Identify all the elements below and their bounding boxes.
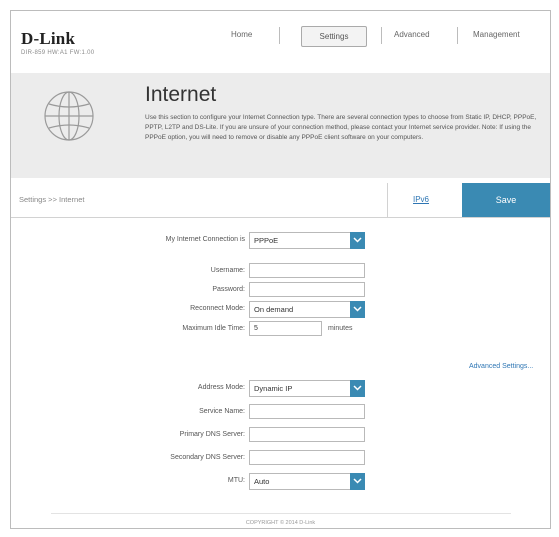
connection-type-select[interactable]: PPPoE — [249, 232, 365, 249]
nav-settings[interactable]: Settings — [301, 26, 367, 47]
address-mode-select[interactable]: Dynamic IP — [249, 380, 365, 397]
idle-time-label: Maximum Idle Time: — [182, 325, 245, 332]
chevron-down-icon — [350, 380, 365, 397]
chevron-down-icon — [350, 301, 365, 318]
breadcrumb: Settings >> Internet — [19, 195, 85, 204]
chevron-down-icon — [350, 232, 365, 249]
idle-time-input[interactable]: 5 — [249, 321, 322, 336]
nav-management[interactable]: Management — [473, 30, 520, 39]
copyright: COPYRIGHT © 2014 D-Link — [245, 520, 316, 526]
ipv6-tab: IPv6 — [387, 183, 463, 217]
page-description: Use this section to configure your Inter… — [145, 114, 537, 141]
main-nav: Home Settings Advanced Management — [11, 11, 550, 63]
nav-divider — [279, 27, 280, 44]
breadcrumb-bar: Settings >> Internet IPv6 Save — [11, 183, 550, 218]
reconnect-mode-select[interactable]: On demand — [249, 301, 365, 318]
router-settings-window: D-Link DIR-859 HW:A1 FW:1.00 Home Settin… — [10, 10, 551, 529]
username-input[interactable] — [249, 263, 365, 278]
mtu-value: Auto — [254, 477, 270, 486]
connection-type-value: PPPoE — [254, 236, 279, 245]
page-header-panel: Internet Use this section to configure y… — [11, 73, 550, 178]
nav-divider — [457, 27, 458, 44]
page-title: Internet — [145, 83, 217, 106]
advanced-settings-link[interactable]: Advanced Settings... — [469, 363, 533, 370]
connection-type-label: My Internet Connection is — [165, 236, 245, 243]
primary-dns-label: Primary DNS Server: — [179, 431, 245, 438]
chevron-down-icon — [350, 473, 365, 490]
secondary-dns-input[interactable] — [249, 450, 365, 465]
save-button[interactable]: Save — [462, 183, 550, 217]
secondary-dns-label: Secondary DNS Server: — [170, 454, 245, 461]
password-input[interactable] — [249, 282, 365, 297]
footer-divider — [51, 513, 511, 514]
password-label: Password: — [212, 286, 245, 293]
primary-dns-input[interactable] — [249, 427, 365, 442]
service-name-input[interactable] — [249, 404, 365, 419]
nav-home[interactable]: Home — [231, 30, 252, 39]
idle-time-unit: minutes — [328, 325, 353, 332]
ipv6-link[interactable]: IPv6 — [413, 195, 429, 204]
nav-divider — [381, 27, 382, 44]
reconnect-mode-label: Reconnect Mode: — [190, 305, 245, 312]
globe-icon — [40, 87, 98, 150]
address-mode-label: Address Mode: — [197, 384, 245, 391]
nav-advanced[interactable]: Advanced — [394, 30, 430, 39]
mtu-select[interactable]: Auto — [249, 473, 365, 490]
mtu-label: MTU: — [227, 477, 245, 484]
service-name-label: Service Name: — [199, 408, 245, 415]
address-mode-value: Dynamic IP — [254, 384, 293, 393]
reconnect-mode-value: On demand — [254, 305, 294, 314]
username-label: Username: — [210, 267, 245, 274]
header: D-Link DIR-859 HW:A1 FW:1.00 Home Settin… — [11, 11, 550, 63]
